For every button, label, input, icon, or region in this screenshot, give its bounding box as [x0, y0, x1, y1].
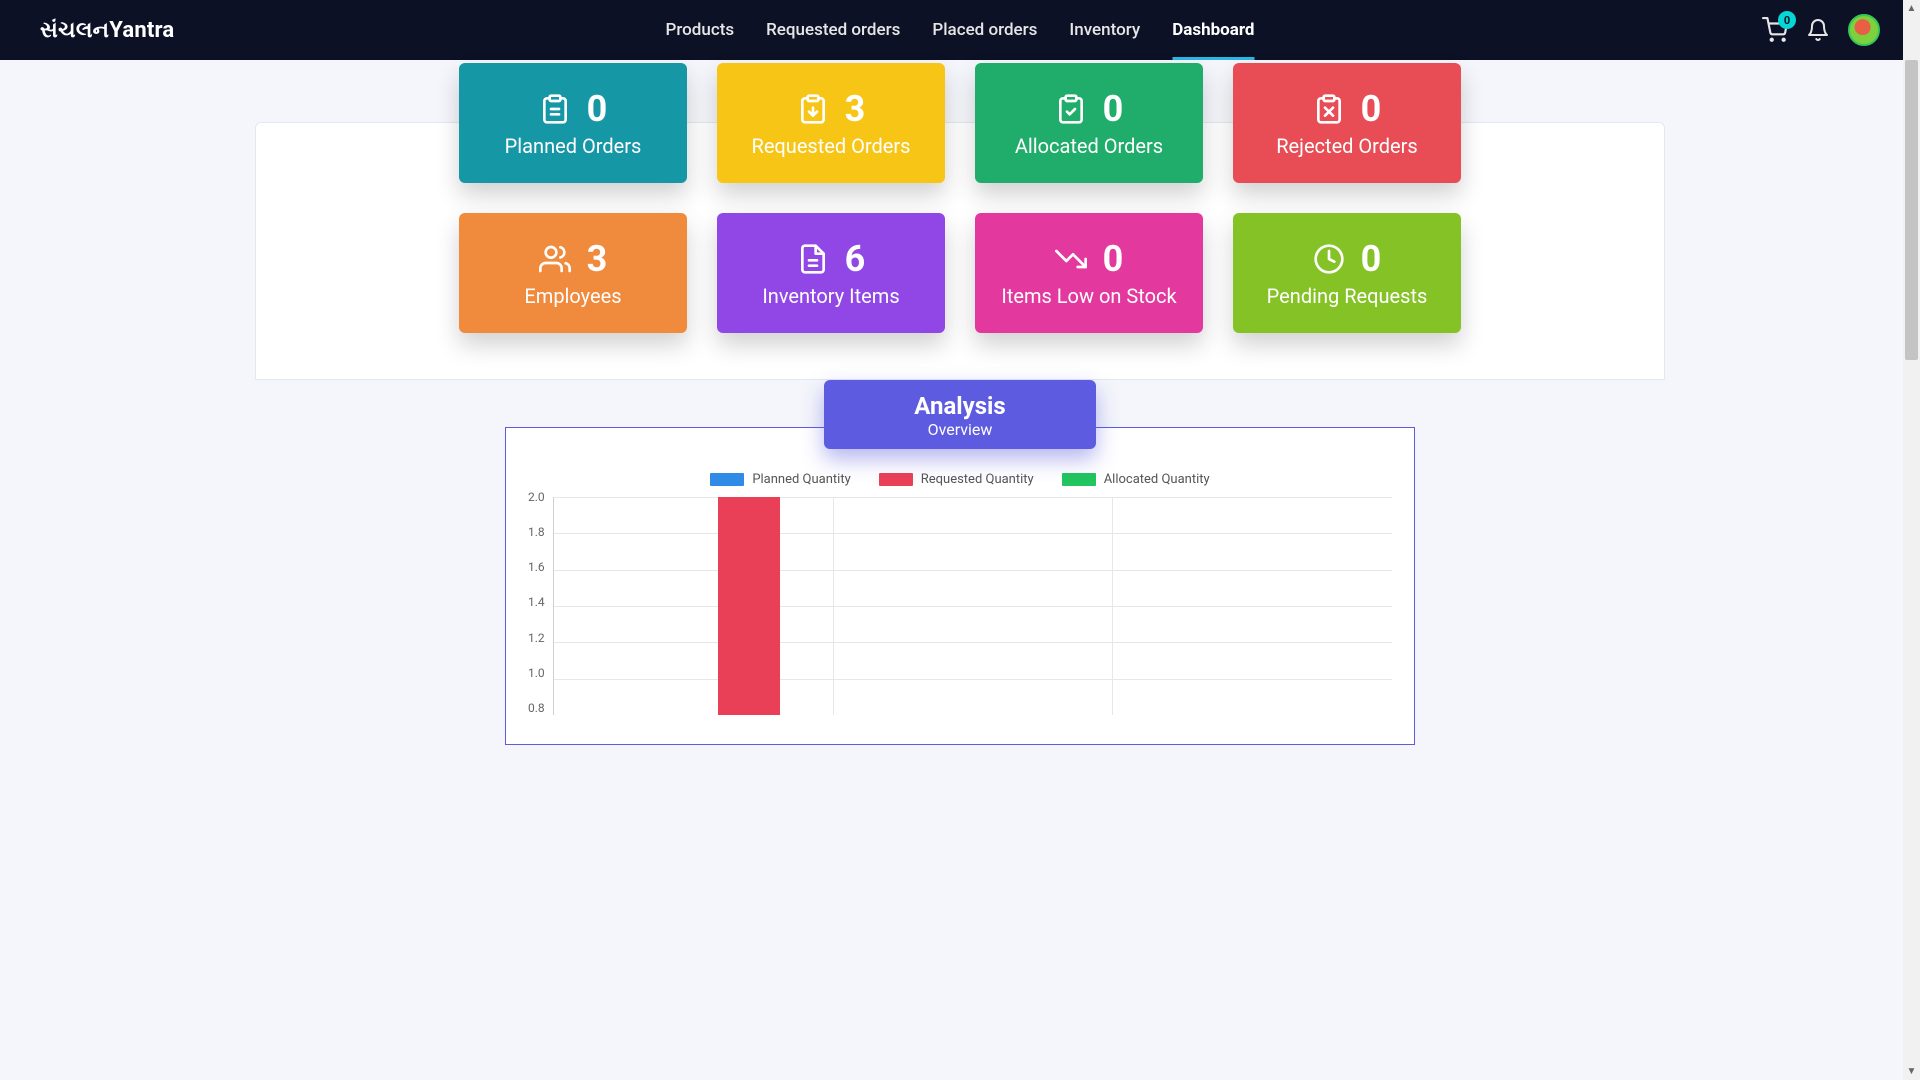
- bell-icon: [1806, 18, 1830, 42]
- analysis-subtitle: Overview: [824, 420, 1096, 439]
- legend-item-requested-quantity[interactable]: Requested Quantity: [879, 472, 1034, 487]
- stat-card-planned-orders[interactable]: 0 Planned Orders: [459, 63, 687, 183]
- gridline: [554, 497, 1392, 498]
- chart-plot: [553, 497, 1392, 715]
- y-tick: 0.8: [528, 701, 545, 715]
- stat-label: Planned Orders: [505, 134, 642, 158]
- y-tick: 1.0: [528, 666, 545, 680]
- stat-label: Inventory Items: [762, 284, 899, 308]
- stat-card-employees[interactable]: 3 Employees: [459, 213, 687, 333]
- gridline: [554, 679, 1392, 680]
- stat-label: Employees: [524, 284, 621, 308]
- page-body: 0 Planned Orders 3 Requested Orders 0 Allocat…: [0, 60, 1920, 745]
- chart-bar-requested-quantity[interactable]: [718, 497, 780, 715]
- trending-down-icon: [1055, 243, 1087, 275]
- stats-panel: 0 Planned Orders 3 Requested Orders 0 Allocat…: [255, 122, 1665, 380]
- users-icon: [539, 243, 571, 275]
- main-nav: Products Requested orders Placed orders Inv…: [665, 0, 1254, 60]
- stat-value: 3: [587, 238, 608, 280]
- scroll-down-arrow[interactable]: ▼: [1903, 1063, 1920, 1080]
- nav-item-placed-orders[interactable]: Placed orders: [932, 0, 1037, 60]
- analysis-header: Analysis Overview: [824, 380, 1096, 449]
- legend-swatch: [710, 473, 744, 486]
- cart-button[interactable]: 0: [1762, 17, 1788, 43]
- legend-label: Requested Quantity: [921, 472, 1034, 487]
- stat-value: 3: [845, 88, 866, 130]
- stat-label: Pending Requests: [1267, 284, 1428, 308]
- y-tick: 1.8: [528, 525, 545, 539]
- clipboard-in-icon: [797, 93, 829, 125]
- stat-card-items-low-on-stock[interactable]: 0 Items Low on Stock: [975, 213, 1203, 333]
- notifications-button[interactable]: [1806, 18, 1830, 42]
- file-icon: [797, 243, 829, 275]
- legend-label: Planned Quantity: [752, 472, 850, 487]
- stat-card-pending-requests[interactable]: 0 Pending Requests: [1233, 213, 1461, 333]
- gridline-vertical: [1112, 497, 1113, 715]
- clock-icon: [1313, 243, 1345, 275]
- legend-item-allocated-quantity[interactable]: Allocated Quantity: [1062, 472, 1210, 487]
- chart-y-axis: 2.0 1.8 1.6 1.4 1.2 1.0 0.8: [528, 490, 553, 715]
- gridline-vertical: [833, 497, 834, 715]
- stat-value: 6: [845, 238, 866, 280]
- stat-value: 0: [1361, 238, 1382, 280]
- legend-item-planned-quantity[interactable]: Planned Quantity: [710, 472, 850, 487]
- scroll-up-arrow[interactable]: ▲: [1903, 0, 1920, 17]
- scroll-thumb[interactable]: [1905, 60, 1918, 360]
- stat-value: 0: [587, 88, 608, 130]
- stat-value: 0: [1103, 238, 1124, 280]
- chart-legend: Planned Quantity Requested Quantity Alloca…: [528, 472, 1392, 487]
- y-tick: 1.2: [528, 631, 545, 645]
- nav-item-requested-orders[interactable]: Requested orders: [766, 0, 900, 60]
- topbar-right: 0: [1762, 14, 1880, 46]
- nav-item-dashboard[interactable]: Dashboard: [1172, 0, 1254, 60]
- chart-container: Planned Quantity Requested Quantity Alloca…: [505, 427, 1415, 745]
- stat-label: Items Low on Stock: [1001, 284, 1176, 308]
- gridline: [554, 533, 1392, 534]
- gridline: [554, 570, 1392, 571]
- clipboard-list-icon: [539, 93, 571, 125]
- avatar[interactable]: [1848, 14, 1880, 46]
- gridline: [554, 606, 1392, 607]
- clipboard-x-icon: [1313, 93, 1345, 125]
- clipboard-check-icon: [1055, 93, 1087, 125]
- stat-card-requested-orders[interactable]: 3 Requested Orders: [717, 63, 945, 183]
- y-tick: 1.4: [528, 595, 545, 609]
- nav-item-inventory[interactable]: Inventory: [1069, 0, 1140, 60]
- legend-label: Allocated Quantity: [1104, 472, 1210, 487]
- stat-card-allocated-orders[interactable]: 0 Allocated Orders: [975, 63, 1203, 183]
- gridline: [554, 642, 1392, 643]
- cart-badge: 0: [1778, 11, 1796, 29]
- brand-logo[interactable]: સંચલનYantra: [40, 18, 174, 43]
- y-tick: 1.6: [528, 560, 545, 574]
- analysis-title: Analysis: [824, 392, 1096, 420]
- legend-swatch: [879, 473, 913, 486]
- stat-card-inventory-items[interactable]: 6 Inventory Items: [717, 213, 945, 333]
- legend-swatch: [1062, 473, 1096, 486]
- vertical-scrollbar[interactable]: ▲ ▼: [1903, 0, 1920, 1080]
- chart-area: 2.01.81.61.41.21.00.8: [528, 497, 1392, 722]
- stats-grid: 0 Planned Orders 3 Requested Orders 0 Allocat…: [256, 63, 1664, 333]
- stat-card-rejected-orders[interactable]: 0 Rejected Orders: [1233, 63, 1461, 183]
- topbar: સંચલનYantra Products Requested orders Plac…: [0, 0, 1920, 60]
- stat-label: Allocated Orders: [1015, 134, 1163, 158]
- y-tick: 2.0: [528, 490, 545, 504]
- stat-value: 0: [1103, 88, 1124, 130]
- stat-value: 0: [1361, 88, 1382, 130]
- analysis-section: Analysis Overview Planned Quantity Reques…: [255, 380, 1665, 745]
- stat-label: Rejected Orders: [1276, 134, 1418, 158]
- nav-item-products[interactable]: Products: [665, 0, 734, 60]
- stat-label: Requested Orders: [752, 134, 911, 158]
